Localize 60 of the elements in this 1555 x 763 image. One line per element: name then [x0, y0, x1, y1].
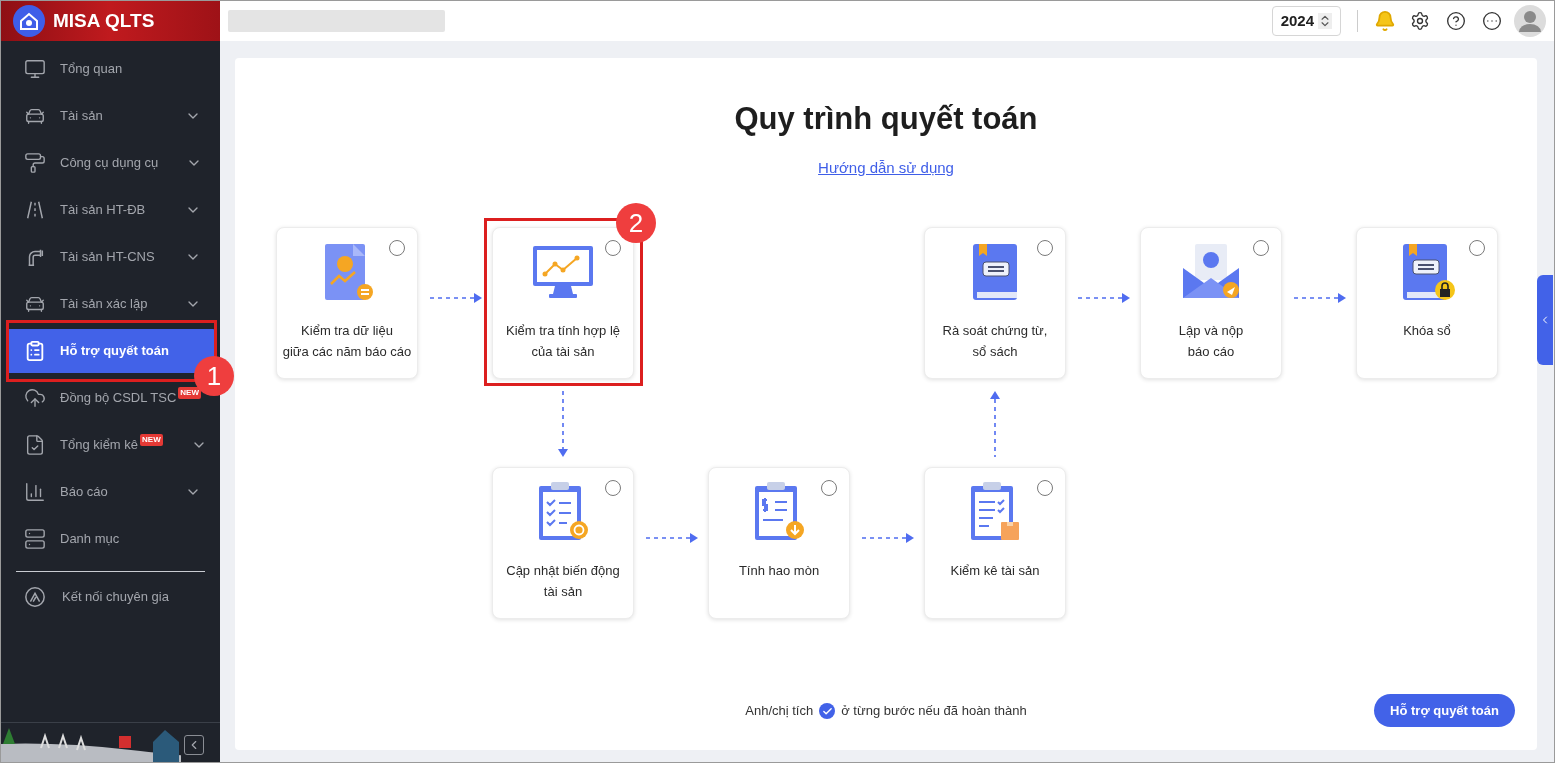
step-card[interactable]: Rà soát chứng từ, sổ sách [924, 227, 1066, 379]
annotation-badge: 2 [616, 203, 656, 243]
step-label: Tính hao mòn [738, 562, 820, 580]
cloud-upload-icon [24, 387, 46, 409]
arrow [990, 391, 1000, 457]
step-card[interactable]: Tính hao mòn [708, 467, 850, 619]
avatar[interactable] [1514, 5, 1546, 37]
sidebar-item[interactable]: Tổng kiểm kê NEW [6, 423, 215, 467]
sidebar-item[interactable]: Kết nối chuyên gia [1, 582, 220, 612]
arrow [1078, 293, 1130, 303]
arrow [1294, 293, 1346, 303]
settlement-button[interactable]: Hỗ trợ quyết toán [1374, 694, 1515, 727]
more-icon[interactable] [1482, 11, 1502, 31]
app-title: MISA QLTS [53, 8, 155, 33]
sidebar-item[interactable]: Công cụ dụng cụ [6, 141, 215, 185]
sidebar-item[interactable]: Tổng quan [6, 47, 215, 91]
step-card[interactable]: Lập và nộp báo cáo [1140, 227, 1282, 379]
file-check-icon [24, 434, 46, 456]
new-badge: NEW [140, 434, 163, 446]
step-card[interactable]: Kiểm kê tài sản [924, 467, 1066, 619]
guide-link[interactable]: Hướng dẫn sử dụng [818, 156, 954, 179]
arrow [646, 533, 698, 543]
step-label: Kiểm kê tài sản [950, 562, 1040, 580]
sidebar-item[interactable]: Danh mục [6, 517, 215, 561]
road-icon [24, 199, 46, 221]
bell-icon[interactable] [1374, 10, 1396, 32]
collapse-button[interactable] [184, 735, 204, 755]
clipboard-icon [24, 340, 46, 362]
step-label: Cập nhật biến động tài sản [506, 562, 620, 601]
list-icon [24, 528, 46, 550]
expert-logo-icon [24, 586, 46, 608]
year-stepper[interactable]: 2024 [1271, 6, 1341, 36]
paint-roller-icon [24, 152, 46, 174]
page-title: Quy trình quyết toán [734, 100, 1038, 138]
step-label: Khóa sổ [1403, 322, 1451, 340]
stepper-arrows-icon [1318, 13, 1332, 29]
help-icon[interactable] [1446, 11, 1466, 31]
hint-text: Anh/chị tích [745, 702, 814, 721]
new-badge: NEW [178, 387, 201, 399]
sidebar-item[interactable]: Tài sản HT-ĐB [6, 188, 215, 232]
arrow [862, 533, 914, 543]
step-label: Lập và nộp báo cáo [1178, 322, 1244, 361]
step-label: Rà soát chứng từ, sổ sách [942, 322, 1048, 361]
house-logo-icon [13, 5, 45, 37]
sidebar-item[interactable]: Tài sản xác lập [6, 282, 215, 326]
bar-chart-icon [24, 481, 46, 503]
check-icon [819, 703, 836, 719]
step-card[interactable]: Kiểm tra dữ liệu giữa các năm báo cáo [276, 227, 418, 379]
step-label: Kiểm tra dữ liệu giữa các năm báo cáo [282, 322, 412, 361]
step-card[interactable]: Cập nhật biến động tài sản [492, 467, 634, 619]
sidebar-item[interactable]: Tài sản [6, 94, 215, 138]
arrow [558, 391, 568, 457]
sidebar-item[interactable]: Báo cáo [6, 470, 215, 514]
step-card[interactable]: Khóa sổ [1356, 227, 1498, 379]
step-label: Kiểm tra tính hợp lệ của tài sản [506, 322, 620, 361]
arrow [430, 293, 482, 303]
sidebar-item[interactable]: Tài sản HT-CNS [6, 235, 215, 279]
settings-icon[interactable] [1410, 11, 1430, 31]
hint-text: ở từng bước nếu đã hoàn thành [841, 702, 1027, 721]
monitor-icon [24, 58, 46, 80]
